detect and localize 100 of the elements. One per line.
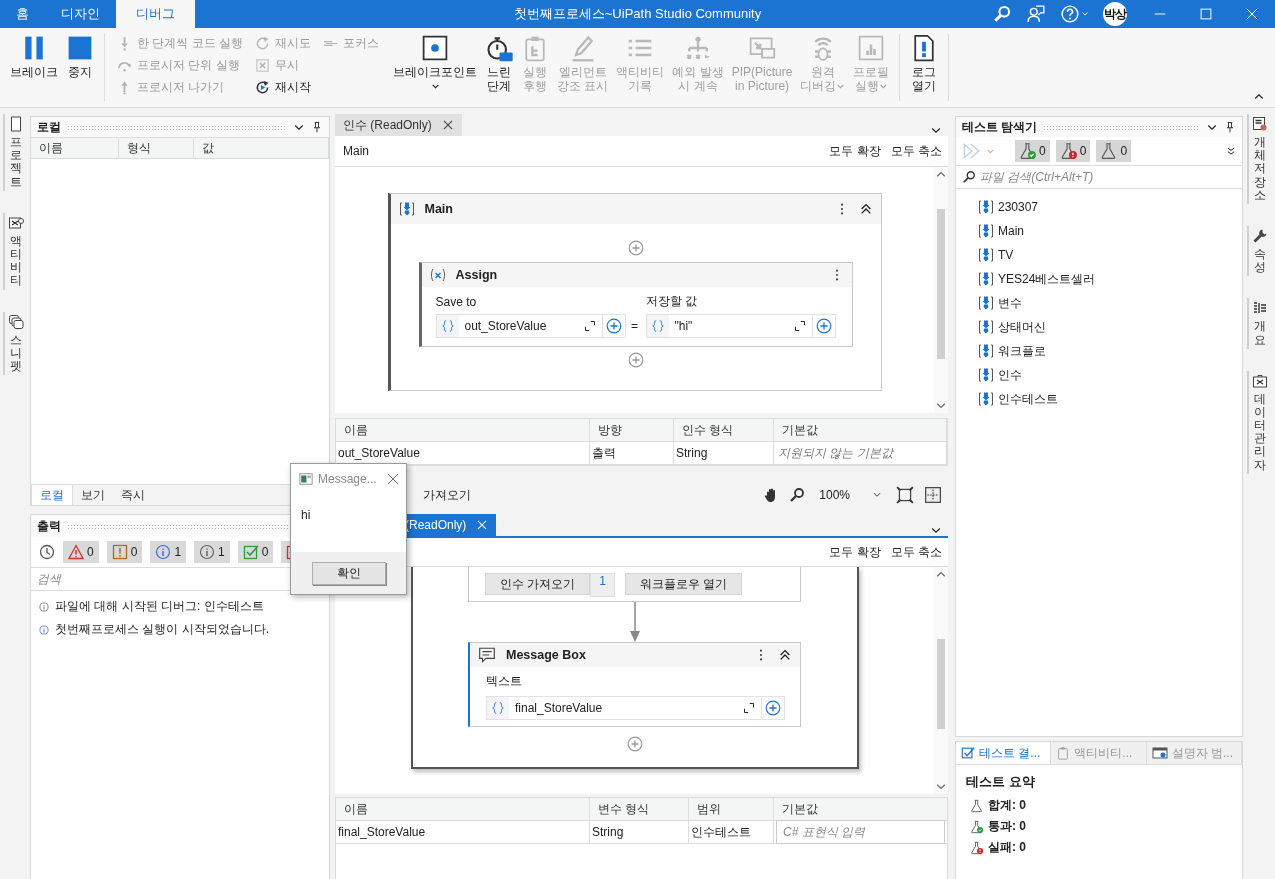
add-icon[interactable]: [626, 736, 643, 752]
scrollbar-thumb[interactable]: [937, 639, 945, 729]
panel-tab[interactable]: 로컬: [31, 485, 73, 505]
scroll-down-icon[interactable]: [935, 782, 947, 792]
pin-icon[interactable]: [311, 121, 323, 133]
collapse-icon[interactable]: [858, 202, 873, 216]
collapse-all-button[interactable]: 모두 축소: [890, 142, 942, 160]
stop-button[interactable]: 중지: [62, 32, 98, 107]
error-filter-button[interactable]: 0: [63, 541, 99, 563]
clock-icon[interactable]: [39, 544, 55, 560]
snippets-tab[interactable]: 스니펫: [3, 311, 27, 376]
panel-tab[interactable]: 테스트 결...: [956, 742, 1052, 764]
column-header[interactable]: 기본값: [774, 798, 948, 821]
tree-item[interactable]: 변수: [956, 291, 1242, 315]
panel-tab[interactable]: 보기: [73, 485, 113, 505]
assign-card[interactable]: Assign Save to 저장할 값 out_StoreValue = "hi": [418, 262, 853, 347]
project-tab[interactable]: 프로젝트: [3, 114, 27, 191]
search-icon: [962, 170, 976, 184]
restart-button[interactable]: 재시작: [255, 76, 311, 98]
tree-item[interactable]: 인수: [956, 363, 1242, 387]
vertical-scrollbar[interactable]: [934, 567, 948, 794]
add-icon[interactable]: [605, 318, 622, 334]
object-repo-tab[interactable]: 개체 저장소: [1247, 114, 1271, 204]
close-icon[interactable]: [441, 119, 454, 131]
document-tab[interactable]: 인수 (ReadOnly): [335, 114, 462, 136]
pin-icon[interactable]: [1224, 121, 1236, 133]
expand-icon[interactable]: [793, 320, 806, 332]
properties-tab[interactable]: 속성: [1247, 225, 1271, 277]
expand-all-button[interactable]: 모두 확장: [829, 142, 881, 160]
vertical-scrollbar[interactable]: [934, 167, 948, 413]
collapse-icon[interactable]: [778, 648, 792, 662]
tree-item[interactable]: 상태머신: [956, 315, 1242, 339]
column-header[interactable]: 이름: [31, 138, 119, 158]
tree-item[interactable]: 인수테스트: [956, 387, 1242, 411]
slow-step-button[interactable]: 느린 단계: [481, 32, 517, 107]
panel-tab[interactable]: 즉시: [113, 485, 153, 505]
add-icon[interactable]: [765, 700, 781, 716]
actual-size-icon[interactable]: [924, 486, 942, 504]
trace-filter-button[interactable]: 1: [194, 541, 230, 563]
expand-all-button[interactable]: 모두 확장: [829, 543, 881, 561]
outline-tab[interactable]: 개요: [1247, 298, 1271, 349]
ok-button[interactable]: 확인: [311, 561, 386, 585]
ribbon-tab[interactable]: 홈: [0, 0, 45, 28]
column-header[interactable]: 방향: [590, 419, 674, 442]
open-log-button[interactable]: 로그 열기: [906, 32, 943, 107]
invoke-workflow-card[interactable]: 인수 가져오기 1 워크플로우 열기: [468, 567, 801, 602]
passed-tests-button[interactable]: 0: [1015, 140, 1050, 162]
imports-tab[interactable]: 가져오기: [423, 486, 471, 504]
column-header[interactable]: 이름: [336, 419, 590, 442]
search-icon[interactable]: [789, 487, 806, 503]
ribbon-tab[interactable]: 디버그: [116, 0, 195, 28]
import-arguments-button[interactable]: 인수 가져오기: [485, 573, 591, 595]
caret-icon[interactable]: [430, 82, 440, 91]
add-icon[interactable]: [627, 240, 644, 256]
user-avatar[interactable]: 박상: [1103, 2, 1127, 26]
fit-screen-icon[interactable]: [896, 486, 914, 504]
success-filter-button[interactable]: 0: [237, 541, 274, 563]
close-icon[interactable]: [386, 472, 400, 486]
column-header[interactable]: 이름: [336, 798, 590, 821]
expression-field[interactable]: C# 표현식 입력: [776, 820, 945, 844]
tree-item[interactable]: 워크플로: [956, 339, 1242, 363]
failed-tests-button[interactable]: 0: [1055, 140, 1091, 162]
panel-title: 로컬: [37, 118, 61, 136]
column-header[interactable]: 인수 형식: [674, 419, 774, 442]
message-box-card[interactable]: Message Box 텍스트 final_StoreValue: [468, 642, 801, 727]
expression-field[interactable]: C# 표현식 입력: [783, 825, 938, 839]
overflow-icon[interactable]: [1226, 146, 1236, 156]
breakpoint-button[interactable]: 브레이크포인트: [389, 32, 481, 107]
column-header[interactable]: 값: [194, 138, 329, 158]
open-workflow-button[interactable]: 워크플로우 열기: [625, 573, 743, 595]
tree-item[interactable]: YES24베스트셀러: [956, 267, 1242, 291]
column-header[interactable]: 기본값: [774, 419, 947, 442]
total-tests-button[interactable]: 0: [1096, 140, 1132, 162]
ribbon-tab[interactable]: 디자인: [45, 0, 116, 28]
expand-icon[interactable]: [583, 320, 596, 332]
info-filter-button[interactable]: 1: [150, 541, 187, 563]
zoom-dropdown[interactable]: 100%: [815, 488, 886, 502]
breadcrumb[interactable]: Main: [343, 144, 369, 158]
add-icon[interactable]: [815, 318, 832, 334]
expand-icon[interactable]: [743, 702, 755, 714]
warning-filter-button[interactable]: 0: [106, 541, 143, 563]
tree-item[interactable]: TV: [956, 243, 1242, 267]
sequence-card[interactable]: 인수 가져오기 1 워크플로우 열기 Message Box 텍스트 final_StoreValue: [410, 567, 859, 769]
scrollbar-thumb[interactable]: [937, 209, 945, 359]
data-manager-tab[interactable]: 데이터 관리자: [1247, 370, 1271, 474]
column-header[interactable]: 형식: [119, 138, 194, 158]
add-icon[interactable]: [627, 352, 644, 368]
pause-button[interactable]: 브레이크: [6, 32, 62, 107]
tree-item[interactable]: 230307: [956, 195, 1242, 219]
scroll-up-icon[interactable]: [935, 569, 947, 579]
activities-tab[interactable]: 액티비티: [3, 212, 27, 290]
search-field[interactable]: 파일 검색(Ctrl+Alt+T): [980, 170, 1236, 184]
column-header[interactable]: 변수 형식: [590, 798, 689, 821]
toolbox-icon: [8, 214, 24, 231]
column-header[interactable]: 범위: [689, 798, 774, 821]
collapse-all-button[interactable]: 모두 축소: [890, 543, 942, 561]
sequence-card[interactable]: Main Assign Save to 저장할 값 out_StoreValue = "hi": [387, 193, 882, 391]
scroll-down-icon[interactable]: [935, 401, 947, 411]
tree-item[interactable]: Main: [956, 219, 1242, 243]
scroll-up-icon[interactable]: [935, 169, 947, 179]
